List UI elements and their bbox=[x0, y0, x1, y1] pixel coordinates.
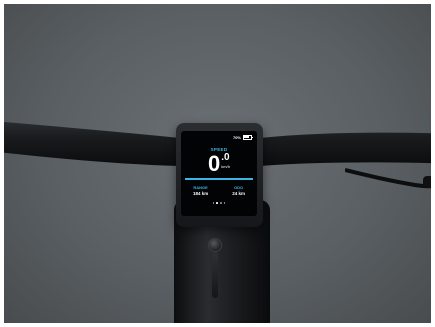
speed-readout: 0 .0 km/h bbox=[181, 153, 257, 175]
status-bar: 70% bbox=[232, 135, 253, 140]
page-indicator bbox=[181, 202, 257, 204]
speed-divider bbox=[185, 178, 253, 180]
page-dot bbox=[223, 202, 226, 204]
range-value: 184 km bbox=[192, 191, 209, 196]
battery-icon bbox=[243, 135, 253, 140]
battery-percentage: 70% bbox=[232, 135, 241, 140]
range-stat: RANGE 184 km bbox=[193, 185, 208, 196]
stats-row: RANGE 184 km ODO 24 km bbox=[181, 185, 257, 196]
speed-integer: 0 bbox=[208, 151, 221, 176]
range-label: RANGE bbox=[193, 185, 208, 190]
odo-label: ODO bbox=[234, 185, 244, 190]
speed-unit: km/h bbox=[221, 164, 230, 169]
page-dot bbox=[220, 202, 222, 204]
stem-button[interactable] bbox=[208, 238, 222, 252]
odo-stat: ODO 24 km bbox=[232, 185, 245, 196]
bike-computer-screen: 70% SPEED 0 .0 km/h RANGE 184 km ODO 24 … bbox=[181, 131, 257, 216]
page-dot bbox=[216, 202, 218, 204]
odo-value: 24 km bbox=[232, 191, 245, 196]
page-dot bbox=[212, 202, 215, 204]
stem-slot bbox=[212, 252, 218, 298]
brake-cable bbox=[345, 168, 435, 189]
bike-cockpit-photo: 70% SPEED 0 .0 km/h RANGE 184 km ODO 24 … bbox=[0, 0, 435, 327]
speed-decimal: .0 bbox=[221, 152, 230, 163]
